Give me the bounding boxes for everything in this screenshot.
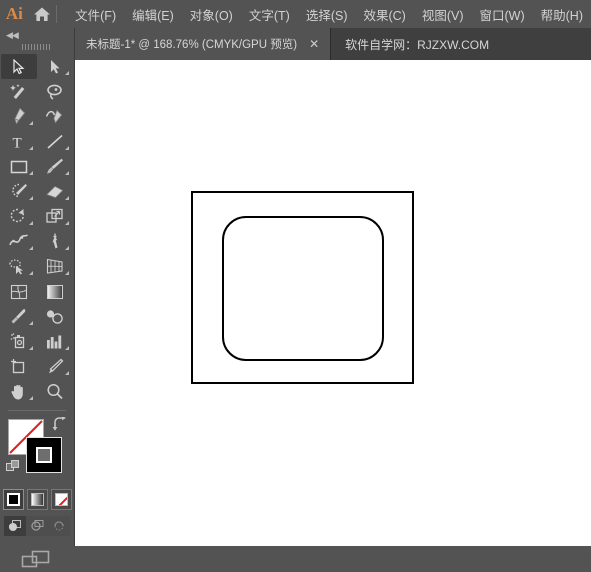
symbol-sprayer-tool[interactable] (1, 329, 37, 354)
home-icon[interactable] (29, 6, 55, 22)
paintbrush-tool[interactable] (37, 154, 73, 179)
drawing-mode-row (0, 516, 74, 536)
color-mode-button[interactable] (2, 489, 24, 510)
document-tab-untitled-1[interactable]: 未标题-1* @ 168.76% (CMYK/GPU 预览) ✕ (74, 28, 332, 60)
menu-bar: Ai 文件(F) 编辑(E) 对象(O) 文字(T) 选择(S) 效果(C) 视… (0, 0, 591, 28)
curvature-tool[interactable] (37, 104, 73, 129)
rectangle-tool[interactable] (1, 154, 37, 179)
menu-view[interactable]: 视图(V) (414, 1, 472, 28)
document-tab-bar: 未标题-1* @ 168.76% (CMYK/GPU 预览) ✕ 软件自学网：R… (0, 28, 591, 60)
stroke-color-swatch[interactable] (26, 437, 62, 473)
free-transform-tool[interactable] (37, 229, 73, 254)
tools-panel: ◀◀ T (0, 28, 75, 568)
shape-builder-tool[interactable] (1, 254, 37, 279)
selection-tool[interactable] (1, 54, 37, 79)
direct-selection-tool[interactable] (37, 54, 73, 79)
rotate-tool[interactable] (1, 204, 37, 229)
change-screen-mode-button[interactable] (0, 548, 74, 572)
tab-strip: 未标题-1* @ 168.76% (CMYK/GPU 预览) ✕ 软件自学网：R… (74, 28, 591, 60)
shaper-pencil-tool[interactable] (1, 179, 37, 204)
none-mode-button[interactable] (50, 489, 72, 510)
tools-separator (8, 410, 66, 411)
zoom-tool[interactable] (37, 379, 73, 404)
draw-normal-button[interactable] (4, 516, 26, 536)
line-segment-tool[interactable] (37, 129, 73, 154)
menu-object[interactable]: 对象(O) (182, 1, 241, 28)
menu-item-list: 文件(F) 编辑(E) 对象(O) 文字(T) 选择(S) 效果(C) 视图(V… (67, 1, 591, 28)
menu-edit[interactable]: 编辑(E) (124, 1, 182, 28)
blend-tool[interactable] (37, 304, 73, 329)
inner-rounded-rectangle[interactable] (222, 216, 384, 361)
mesh-tool[interactable] (1, 279, 37, 304)
eyedropper-tool[interactable] (1, 304, 37, 329)
draw-behind-button[interactable] (26, 516, 48, 536)
eraser-tool[interactable] (37, 179, 73, 204)
tools-grid: T (0, 54, 74, 404)
close-icon[interactable]: ✕ (307, 38, 321, 50)
menu-type[interactable]: 文字(T) (241, 1, 298, 28)
magic-wand-tool[interactable] (1, 79, 37, 104)
fill-mode-row (0, 489, 74, 510)
menu-effect[interactable]: 效果(C) (355, 1, 413, 28)
menu-divider (56, 5, 58, 23)
slice-tool[interactable] (37, 354, 73, 379)
watermark-text: 软件自学网：RJZXW.COM (345, 37, 490, 52)
draw-inside-button[interactable] (48, 516, 70, 536)
swap-fill-stroke-icon[interactable] (52, 416, 68, 433)
document-tab-label: 未标题-1* @ 168.76% (CMYK/GPU 预览) (86, 39, 298, 51)
lasso-tool[interactable] (37, 79, 73, 104)
column-graph-tool[interactable] (37, 329, 73, 354)
collapse-panel-icon[interactable]: ◀◀ (0, 28, 74, 42)
artboard-canvas[interactable] (75, 60, 591, 546)
fill-stroke-controls (0, 415, 74, 487)
pen-tool[interactable] (1, 104, 37, 129)
menu-select[interactable]: 选择(S) (298, 1, 356, 28)
panel-gripper[interactable] (0, 42, 74, 52)
illustrator-window: Ai 文件(F) 编辑(E) 对象(O) 文字(T) 选择(S) 效果(C) 视… (0, 0, 591, 568)
svg-text:T: T (13, 135, 22, 150)
gradient-mode-button[interactable] (26, 489, 48, 510)
menu-window[interactable]: 窗口(W) (472, 1, 533, 28)
app-logo: Ai (5, 4, 23, 23)
default-fill-stroke-icon[interactable] (6, 459, 22, 480)
hand-tool[interactable] (1, 379, 37, 404)
width-warp-tool[interactable] (1, 229, 37, 254)
scale-transform-tool[interactable] (37, 204, 73, 229)
gradient-tool[interactable] (37, 279, 73, 304)
type-tool[interactable]: T (1, 129, 37, 154)
perspective-grid-tool[interactable] (37, 254, 73, 279)
menu-help[interactable]: 帮助(H) (533, 1, 591, 28)
artboard-tool[interactable] (1, 354, 37, 379)
menu-file[interactable]: 文件(F) (67, 1, 124, 28)
